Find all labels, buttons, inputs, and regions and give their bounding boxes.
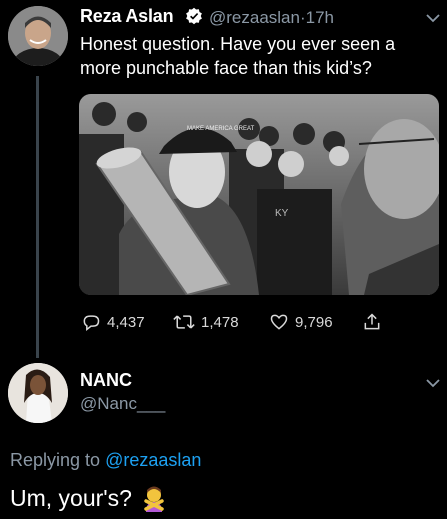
retweet-icon [173,315,195,329]
chevron-down-icon[interactable] [426,378,440,388]
like-count: 9,796 [295,313,333,331]
reply-text: Um, your's? [10,484,132,511]
author-avatar[interactable] [8,6,68,66]
author-handle-time[interactable]: @rezaaslan·17h [209,8,334,28]
replying-to-label: Replying to [10,450,101,470]
tweet-text: Honest question. Have you ever seen a mo… [80,34,396,78]
thread-connector [36,76,39,358]
reply-action[interactable]: 4,437 [81,311,145,333]
share-icon [364,313,380,330]
reply-author-handle[interactable]: @Nanc___ [80,394,165,414]
tweet-time: 17h [305,8,335,27]
reply-author-avatar[interactable] [8,363,68,423]
like-action[interactable]: 9,796 [269,311,333,333]
chevron-down-icon[interactable] [426,13,440,23]
author-name[interactable]: Reza Aslan [80,6,174,27]
svg-text:KY: KY [275,208,289,219]
verified-badge-icon [186,7,202,25]
reply-icon [83,315,100,332]
replying-to-line: Replying to @rezaaslan [10,450,201,471]
person-gesturing-no-icon [144,486,164,512]
tweet-photo[interactable]: KY MAKE AMERICA GREAT [79,94,439,295]
author-handle: @rezaaslan [209,8,300,27]
reply-count: 4,437 [107,313,145,331]
retweet-count: 1,478 [201,313,239,331]
heart-icon [270,314,288,330]
share-action[interactable] [362,311,382,333]
reply-author-name[interactable]: NANC [80,370,132,391]
cap-text: MAKE AMERICA GREAT [187,126,255,132]
reply-text-row: Um, your's? [10,484,168,512]
retweet-action[interactable]: 1,478 [173,311,239,333]
replying-to-mention[interactable]: @rezaaslan [105,450,201,470]
